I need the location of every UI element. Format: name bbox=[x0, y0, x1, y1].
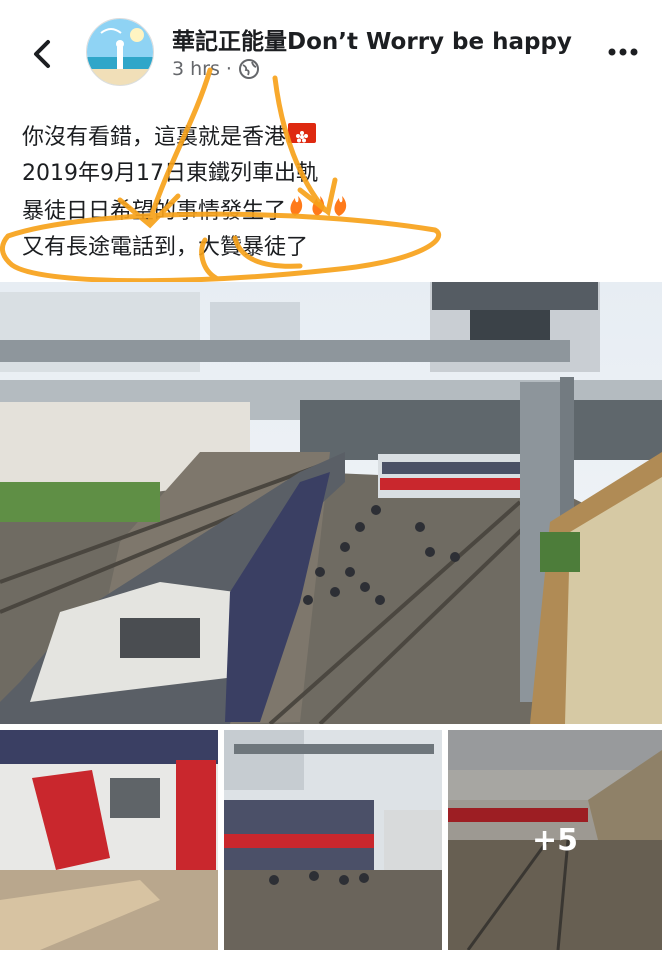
photo-thumbnail-3[interactable]: +5 bbox=[448, 730, 662, 950]
post-text: 你沒有看錯，這裏就是香港 2019年9月17日東鐵列車出軌 暴徒日日希望的事情發… bbox=[22, 120, 642, 266]
globe-icon[interactable] bbox=[238, 58, 260, 80]
train-door-closeup bbox=[0, 730, 218, 950]
hong-kong-flag-icon bbox=[288, 123, 317, 143]
more-dots-icon[interactable] bbox=[606, 40, 640, 64]
back-arrow-icon[interactable] bbox=[28, 36, 56, 72]
fire-icon bbox=[286, 196, 352, 224]
photo-thumbnail-1[interactable] bbox=[0, 730, 218, 950]
page-name[interactable]: 華記正能量Don’t Worry be happy bbox=[172, 22, 572, 56]
meta-separator: · bbox=[225, 58, 232, 80]
post-meta: 3 hrs · bbox=[172, 58, 260, 80]
post-line-2: 2019年9月17日東鐵列車出軌 bbox=[22, 161, 318, 186]
passengers-on-track bbox=[224, 730, 442, 950]
avatar-beach-image bbox=[87, 19, 153, 85]
post-line-3: 暴徒日日希望的事情發生了 bbox=[22, 192, 642, 230]
post-line-1: 你沒有看錯，這裏就是香港 bbox=[22, 120, 642, 156]
page-avatar[interactable] bbox=[86, 18, 154, 86]
photo-thumbnail-2[interactable] bbox=[224, 730, 442, 950]
more-photos-count[interactable]: +5 bbox=[448, 730, 662, 950]
post-header: 華記正能量Don’t Worry be happy 3 hrs · bbox=[0, 0, 662, 100]
derailment-scene bbox=[0, 282, 662, 724]
main-photo-derailed-train[interactable] bbox=[0, 282, 662, 724]
post-line-4: 又有長途電話到，大贊暴徒了 bbox=[22, 235, 309, 260]
post-time[interactable]: 3 hrs bbox=[172, 58, 220, 80]
